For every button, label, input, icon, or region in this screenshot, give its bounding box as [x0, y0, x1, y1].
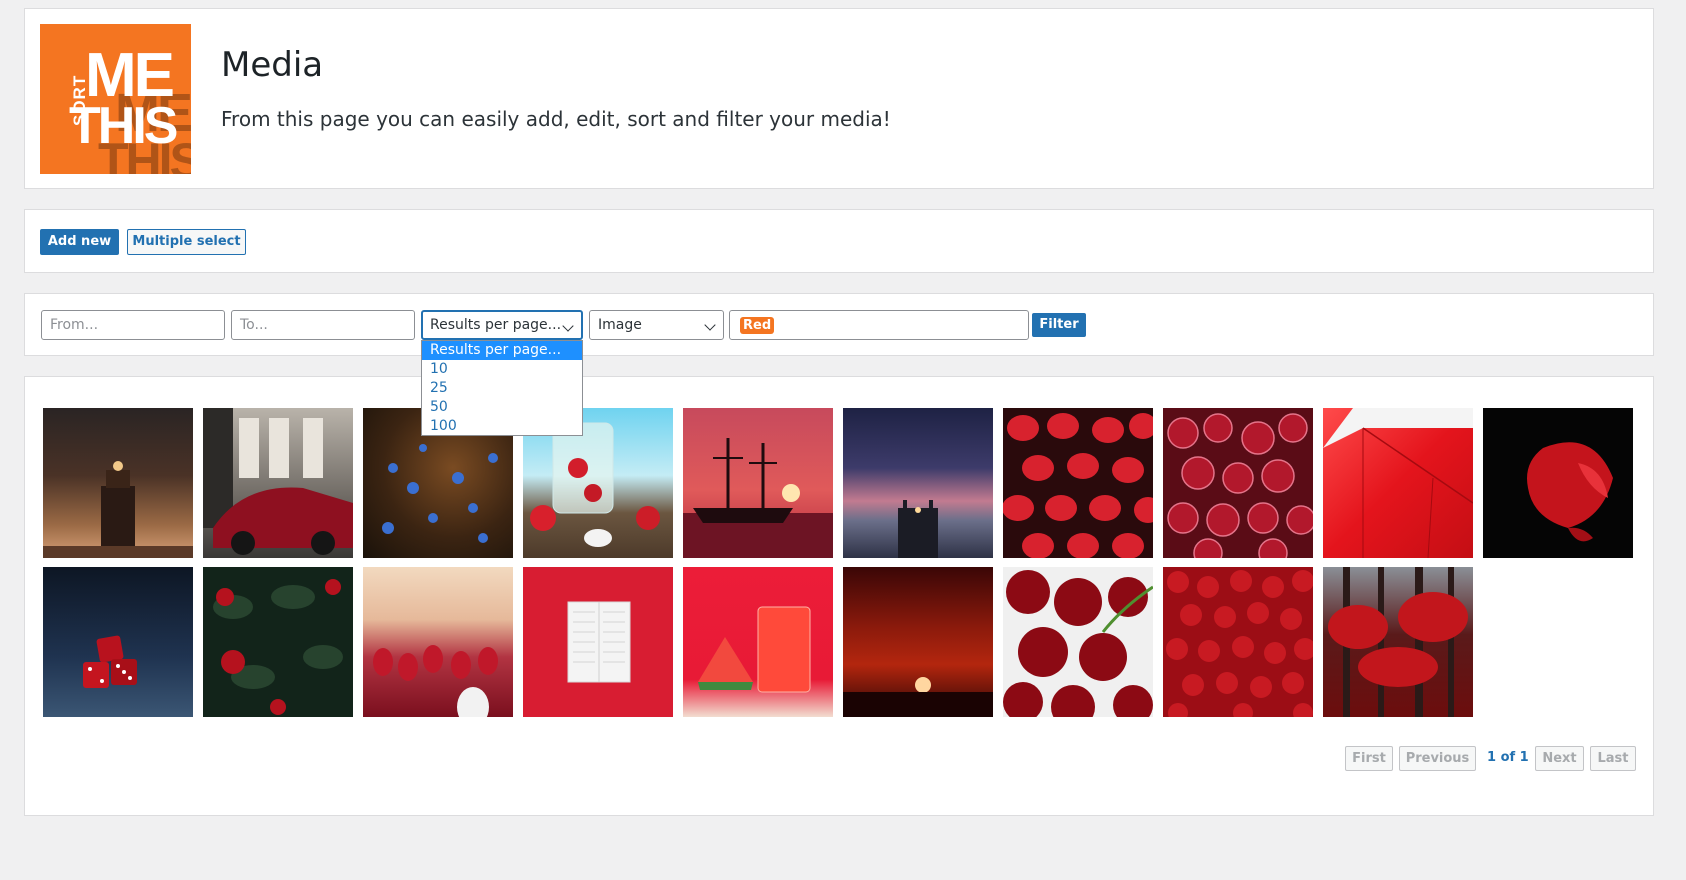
- lighthouse-icon[interactable]: [43, 408, 193, 558]
- dropdown-option[interactable]: 25: [422, 379, 582, 398]
- filter-button[interactable]: Filter: [1032, 313, 1086, 337]
- betta-fish-icon[interactable]: [1483, 408, 1633, 558]
- header-panel: ME THIS ME THIS SORT Media From this pag…: [24, 8, 1654, 189]
- page-status: 1 of 1: [1487, 750, 1529, 765]
- red-wall-icon[interactable]: [1323, 408, 1473, 558]
- pier-dusk-icon[interactable]: [843, 408, 993, 558]
- red-tulips-icon[interactable]: [363, 567, 513, 717]
- tag-chip-red[interactable]: Red: [740, 317, 775, 334]
- red-car-icon[interactable]: [203, 408, 353, 558]
- tag-input[interactable]: Red: [729, 310, 1029, 340]
- last-page-button[interactable]: Last: [1590, 746, 1636, 771]
- from-date-input[interactable]: From...: [41, 310, 225, 340]
- gallery-panel: First Previous 1 of 1 Next Last: [24, 376, 1654, 816]
- previous-page-button[interactable]: Previous: [1399, 746, 1476, 771]
- to-date-input[interactable]: To...: [231, 310, 415, 340]
- page-title: Media: [221, 45, 324, 85]
- first-page-button[interactable]: First: [1345, 746, 1393, 771]
- dropdown-option[interactable]: 10: [422, 360, 582, 379]
- add-new-button[interactable]: Add new: [40, 229, 119, 255]
- results-per-page-dropdown: Results per page... 10 25 50 100: [421, 340, 583, 436]
- sort-me-this-logo: ME THIS ME THIS SORT: [40, 24, 191, 174]
- filter-panel: From... To... Results per page... Image …: [24, 293, 1654, 356]
- red-lanterns-icon[interactable]: [1003, 408, 1153, 558]
- actions-panel: Add new Multiple select: [24, 209, 1654, 273]
- cherries-icon[interactable]: [1003, 567, 1153, 717]
- media-type-value: Image: [598, 317, 642, 333]
- chevron-down-icon: [562, 320, 574, 332]
- results-per-page-value: Results per page...: [430, 317, 562, 333]
- next-page-button[interactable]: Next: [1535, 746, 1584, 771]
- red-dice-icon[interactable]: [43, 567, 193, 717]
- dropdown-option[interactable]: 100: [422, 417, 582, 436]
- pomegranate-icon[interactable]: [1163, 408, 1313, 558]
- dropdown-option[interactable]: Results per page...: [422, 341, 582, 360]
- red-roses-bush-icon[interactable]: [203, 567, 353, 717]
- media-type-select[interactable]: Image: [589, 310, 724, 340]
- red-forest-icon[interactable]: [1323, 567, 1473, 717]
- page-description: From this page you can easily add, edit,…: [221, 107, 891, 131]
- white-shutter-icon[interactable]: [523, 567, 673, 717]
- multiple-select-button[interactable]: Multiple select: [127, 229, 246, 255]
- watermelon-juice-icon[interactable]: [683, 567, 833, 717]
- rose-field-icon[interactable]: [1163, 567, 1313, 717]
- logo-sort: SORT: [70, 74, 89, 126]
- dropdown-option[interactable]: 50: [422, 398, 582, 417]
- pirate-ship-sunset-icon[interactable]: [683, 408, 833, 558]
- red-sunset-icon[interactable]: [843, 567, 993, 717]
- chevron-down-icon: [704, 319, 716, 331]
- results-per-page-select[interactable]: Results per page...: [421, 310, 583, 340]
